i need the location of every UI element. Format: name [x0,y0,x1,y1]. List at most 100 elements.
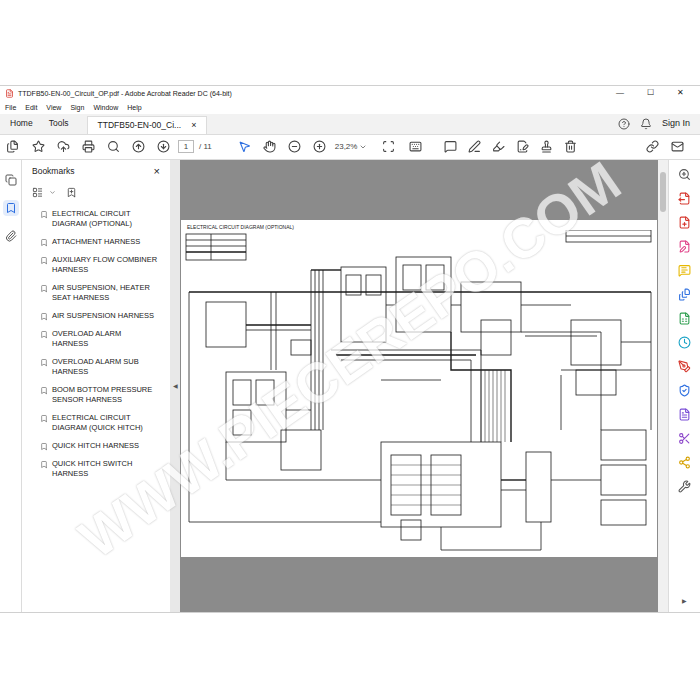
main-area: Bookmarks×ELECTRICAL CIRCUIT DIAGRAM (OP… [0,160,700,612]
bookmark-item[interactable]: OVERLOAD ALARM HARNESS [40,329,166,349]
screen: TTDFB50-EN-00_Circuit_OP.pdf - Adobe Acr… [0,0,700,700]
bookmark-item[interactable]: QUICK HITCH HARNESS [40,441,166,451]
menu-item[interactable]: File [5,104,16,111]
page-field[interactable]: 1 [178,140,194,153]
upload-icon[interactable] [57,140,70,153]
link-icon[interactable] [646,140,659,153]
menu-item[interactable]: Edit [25,104,37,111]
bookmark-item[interactable]: ELECTRICAL CIRCUIT DIAGRAM (OPTIONAL) [40,209,166,229]
dropdown-icon [359,143,367,151]
organize-icon[interactable] [678,312,691,325]
panel-divider[interactable]: ◀ [170,160,180,612]
window-control[interactable]: ☐ [635,89,665,97]
create-pdf-icon[interactable] [678,216,691,229]
stamp-icon[interactable] [540,140,553,153]
protect-icon[interactable] [678,384,691,397]
hand-icon[interactable] [263,140,276,153]
sign-icon[interactable] [516,140,529,153]
fill-icon[interactable] [678,408,691,421]
bookmark-item[interactable]: QUICK HITCH SWITCH HARNESS [40,459,166,479]
menu-item[interactable]: Help [127,104,141,111]
previous-page-icon[interactable] [132,140,145,153]
bookmark-item[interactable]: AUXILIARY FLOW COMBINER HARNESS [40,255,166,275]
tab-close[interactable]: × [191,121,196,130]
bookmark-item[interactable]: AIR SUSPENSION, HEATER SEAT HARNESS [40,283,166,303]
bell-icon[interactable] [640,118,652,130]
document-area: ELECTRICAL CIRCUIT DIAGRAM (OPTIONAL) [180,160,658,612]
window-control[interactable]: — [605,89,635,97]
print-icon[interactable] [82,140,95,153]
bookmark-icon [40,238,48,247]
app-window: TTDFB50-EN-00_Circuit_OP.pdf - Adobe Acr… [0,85,700,613]
menu-item[interactable]: View [46,104,61,111]
bookmark-icon [40,460,48,469]
menu-item[interactable]: Sign [70,104,84,111]
comment-icon[interactable] [678,264,691,277]
window-control[interactable]: ✕ [665,89,695,97]
rail-button[interactable] [3,172,19,188]
export-pdf-icon[interactable] [678,192,691,205]
highlight-icon[interactable] [492,140,505,153]
rail-button[interactable] [3,200,19,216]
zoom-out-icon[interactable] [288,140,301,153]
mail-icon[interactable] [671,140,684,153]
sign-in-button[interactable]: Sign In [662,117,690,131]
bookmark-item[interactable]: BOOM BOTTOM PRESSURE SENSOR HARNESS [40,385,166,405]
bookmark-item[interactable]: AIR SUSPENSION HARNESS [40,311,166,321]
right-rail: ▶ [668,160,700,612]
page-title: ELECTRICAL CIRCUIT DIAGRAM (OPTIONAL) [181,220,657,230]
bookmark-icon [40,414,48,423]
bookmarks-panel: Bookmarks×ELECTRICAL CIRCUIT DIAGRAM (OP… [22,160,170,612]
fit-icon[interactable] [382,140,395,153]
rail-button[interactable] [3,228,19,244]
select-icon[interactable] [238,140,251,153]
bookmark-item[interactable]: OVERLOAD ALARM SUB HARNESS [40,357,166,377]
bookmark-item[interactable]: ELECTRICAL CIRCUIT DIAGRAM (QUICK HITCH) [40,413,166,433]
options-icon[interactable] [32,187,43,198]
edit-pdf-icon[interactable] [678,240,691,253]
tools-icon[interactable] [678,480,691,493]
tab[interactable]: Tools [43,114,75,134]
pdf-page: ELECTRICAL CIRCUIT DIAGRAM (OPTIONAL) [181,220,657,557]
window-title: TTDFB50-EN-00_Circuit_OP.pdf - Adobe Acr… [18,90,232,97]
bookmark-list: ELECTRICAL CIRCUIT DIAGRAM (OPTIONAL) ATT… [22,202,170,479]
bookmark-item[interactable]: ATTACHMENT HARNESS [40,237,166,247]
share-icon[interactable] [678,456,691,469]
collapse-left[interactable]: ◀ [173,383,178,389]
title-bar: TTDFB50-EN-00_Circuit_OP.pdf - Adobe Acr… [0,86,700,101]
zoom-icon[interactable] [678,168,691,181]
watermark: WWW.PIECEREPO.COM [62,141,638,579]
star-icon[interactable] [32,140,45,153]
pages-icon[interactable] [6,140,19,153]
rail-icon [5,230,17,242]
bookmark-icon [40,330,48,339]
trash-icon[interactable] [564,140,577,153]
help-icon[interactable] [618,118,630,130]
menu-item[interactable]: Window [93,104,118,111]
pdf-icon [5,89,14,98]
search-icon[interactable] [107,140,120,153]
pen-icon[interactable] [468,140,481,153]
panel-close[interactable]: × [154,166,160,177]
next-page-icon[interactable] [157,140,170,153]
bookmark-icon [40,284,48,293]
comment-icon[interactable] [444,140,457,153]
sign-icon[interactable] [678,360,691,373]
bookmark-icon [40,210,48,219]
collapse-right[interactable]: ▶ [682,598,687,612]
rail-icon [5,174,17,186]
scan-icon[interactable] [678,336,691,349]
scrollbar[interactable] [658,160,668,612]
keyboard-icon[interactable] [409,140,422,153]
zoom-in-icon[interactable] [313,140,326,153]
tab[interactable]: TTDFB50-EN-00_Ci...× [87,116,208,134]
combine-icon[interactable] [678,288,691,301]
tab[interactable]: Home [4,114,39,134]
scroll-thumb[interactable] [660,172,666,212]
bookmark-icon [40,358,48,367]
bookmark-icon [40,442,48,451]
find-bookmark-icon[interactable] [66,187,77,198]
dropdown-icon[interactable] [49,189,56,196]
redact-icon[interactable] [678,432,691,445]
zoom-field[interactable]: 23,2% [332,141,371,153]
